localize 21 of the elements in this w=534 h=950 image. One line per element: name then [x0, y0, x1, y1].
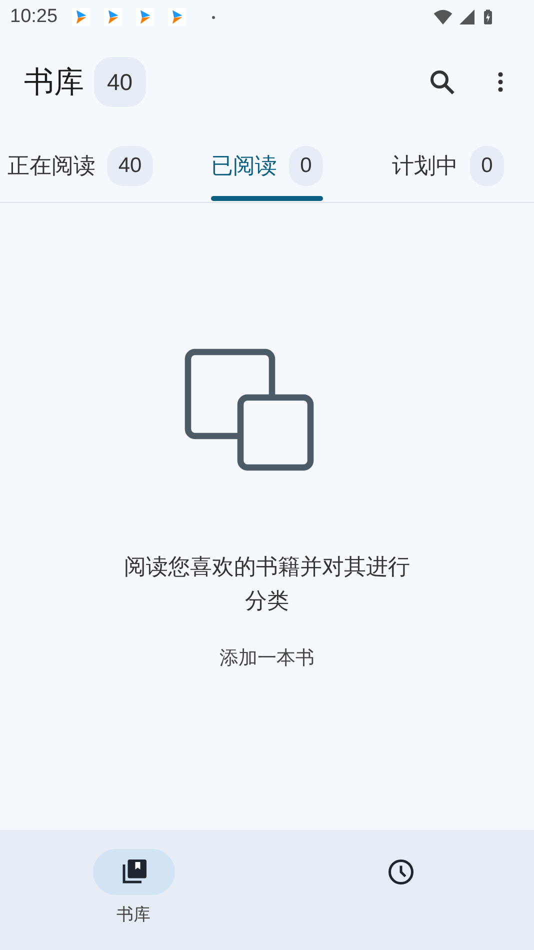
nav-label: 书库 [116, 904, 150, 926]
count-badge: 0 [289, 146, 323, 186]
notification-icon [72, 8, 90, 26]
notification-icon [104, 8, 122, 26]
count-badge: 40 [94, 57, 146, 107]
notification-icon [168, 8, 186, 26]
tab[interactable]: 计划中 0 [362, 130, 534, 202]
empty-message: 阅读您喜欢的书籍并对其进行分类 [123, 554, 411, 616]
clock-time: 10:25 [10, 6, 58, 28]
count-badge: 40 [107, 146, 153, 186]
page-title: 书库 [24, 64, 84, 102]
more-notifications-icon [210, 14, 217, 20]
clock-icon [386, 857, 416, 887]
tab[interactable]: 正在阅读 40 [0, 130, 172, 202]
signal-icon [458, 8, 476, 26]
tab[interactable]: 已阅读 0 [172, 130, 362, 202]
add-book-button[interactable]: 添加一本书 [212, 641, 322, 675]
wifi-icon [432, 7, 454, 27]
notification-icon [136, 8, 154, 26]
nav-library-button[interactable] [92, 849, 174, 895]
count-badge: 0 [470, 146, 504, 186]
